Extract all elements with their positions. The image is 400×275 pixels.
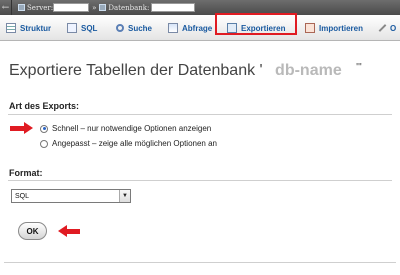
- radio-quick-export[interactable]: Schnell – nur notwendige Optionen anzeig…: [40, 124, 211, 133]
- tab-label: Struktur: [20, 23, 52, 33]
- back-arrow-icon[interactable]: ←: [0, 0, 12, 15]
- tab-abfrage[interactable]: Abfrage: [168, 20, 212, 36]
- page-title-text: Exportiere Tabellen der Datenbank ': [9, 62, 263, 79]
- page-title: Exportiere Tabellen der Datenbank ' db-n…: [9, 62, 362, 80]
- tab-label: O: [390, 23, 397, 33]
- tab-label: Exportieren: [241, 23, 286, 33]
- radio-label: Angepasst – zeige alle möglichen Optione…: [52, 139, 217, 148]
- server-name-redacted: [53, 3, 90, 12]
- tab-operationen[interactable]: O: [377, 20, 396, 36]
- breadcrumb: ← Server: » Datenbank:: [0, 0, 400, 15]
- tab-label: Abfrage: [182, 23, 213, 33]
- format-label: Format:: [9, 168, 43, 178]
- export-icon: [227, 23, 237, 33]
- divider: [8, 114, 392, 115]
- import-icon: [305, 23, 315, 33]
- ok-button[interactable]: OK: [18, 222, 47, 240]
- export-type-label: Art des Exports:: [9, 101, 80, 111]
- sql-icon: [67, 23, 77, 33]
- breadcrumb-separator-icon: »: [92, 3, 97, 12]
- divider: [4, 262, 396, 263]
- operations-icon: [377, 23, 386, 33]
- search-icon: [116, 24, 124, 32]
- tab-label: SQL: [81, 23, 98, 33]
- tab-exportieren[interactable]: Exportieren: [227, 20, 285, 36]
- server-icon: [18, 4, 25, 11]
- database-name: db-name: [275, 62, 342, 79]
- structure-icon: [6, 23, 16, 33]
- chevron-down-icon[interactable]: ▼: [119, 190, 130, 202]
- tab-sql[interactable]: SQL: [67, 20, 97, 36]
- tab-label: Importieren: [319, 23, 364, 33]
- tab-label: Suche: [128, 23, 153, 33]
- divider: [8, 180, 392, 181]
- radio-label: Schnell – nur notwendige Optionen anzeig…: [52, 124, 212, 133]
- radio-custom-export[interactable]: Angepasst – zeige alle möglichen Optione…: [40, 139, 217, 148]
- database-name-redacted: [151, 3, 196, 12]
- tab-struktur[interactable]: Struktur: [6, 20, 51, 36]
- breadcrumb-database-label[interactable]: Datenbank:: [108, 4, 149, 12]
- breadcrumb-server-label[interactable]: Server:: [27, 4, 53, 12]
- radio-button[interactable]: [40, 139, 48, 148]
- database-icon: [99, 4, 107, 11]
- tab-importieren[interactable]: Importieren: [305, 20, 363, 36]
- format-selected-value: SQL: [15, 192, 30, 200]
- page-title-end: '": [356, 62, 362, 73]
- tab-bar: Struktur SQL Suche Abfrage Exportieren I…: [0, 15, 400, 41]
- query-icon: [168, 23, 178, 33]
- tab-suche[interactable]: Suche: [116, 20, 152, 36]
- format-select[interactable]: SQL ▼: [11, 189, 131, 203]
- radio-button-checked[interactable]: [40, 124, 48, 133]
